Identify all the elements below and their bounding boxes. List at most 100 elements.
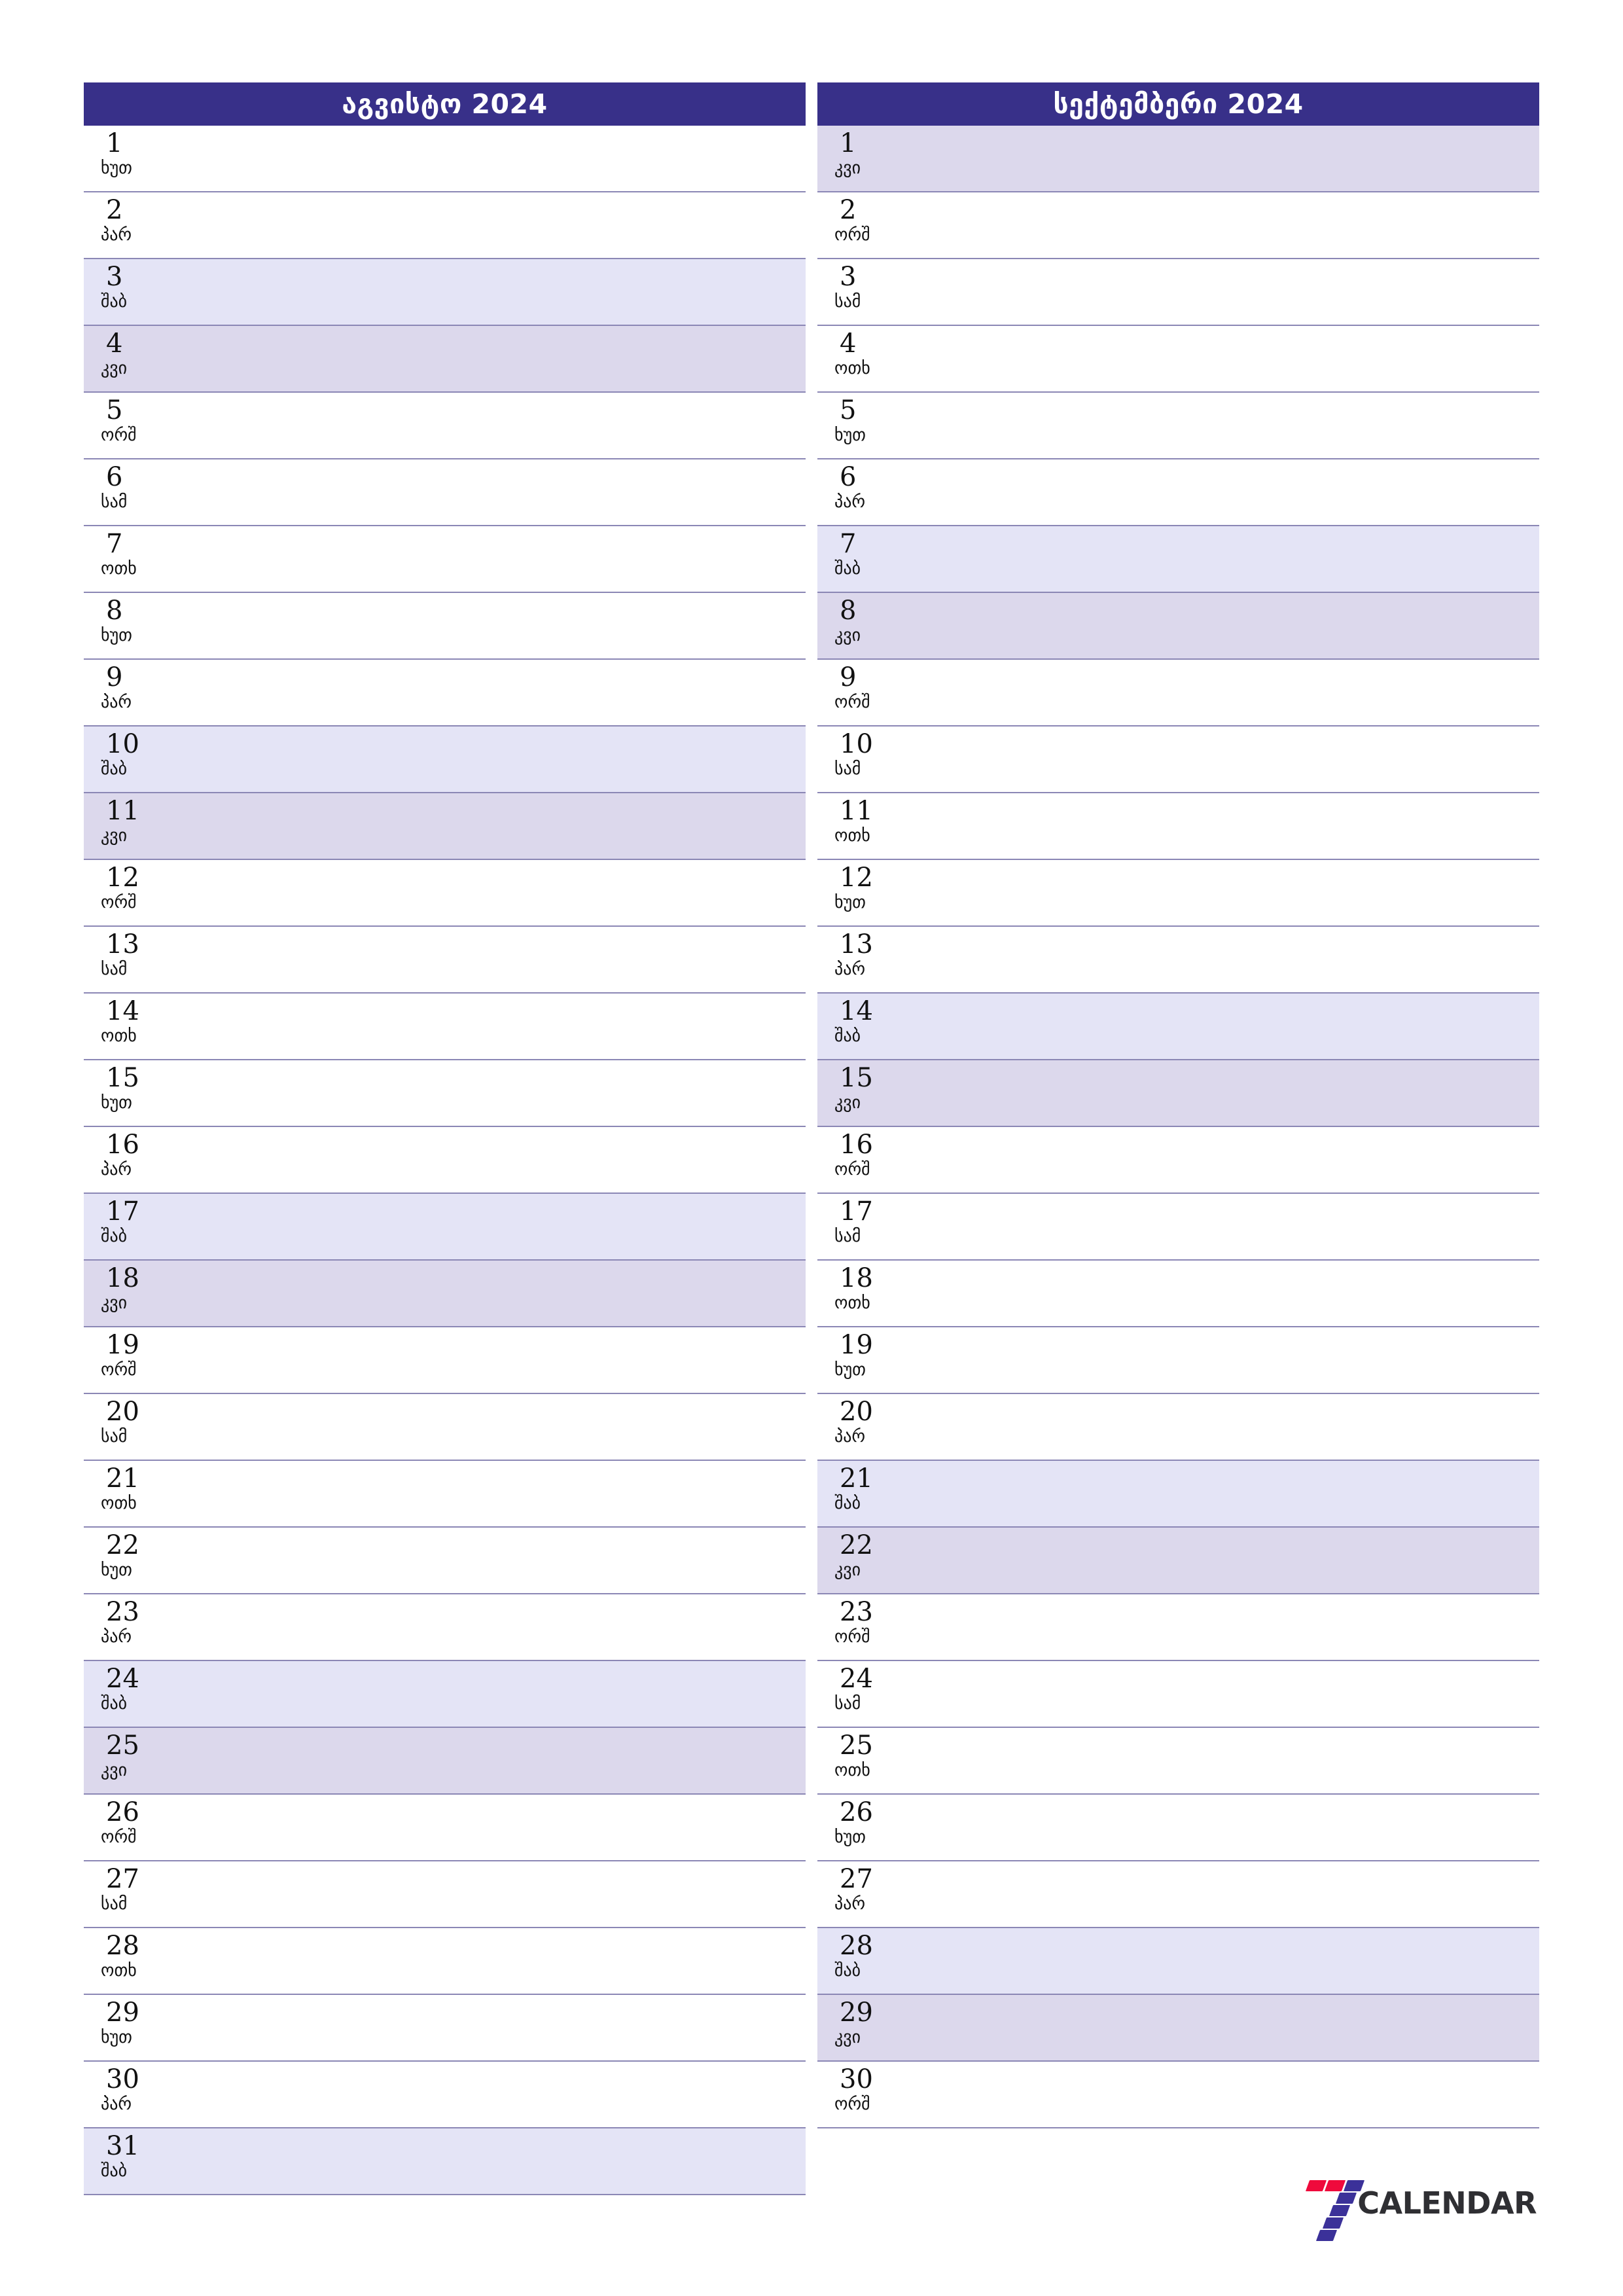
day-weekday-label: ორშ: [834, 225, 870, 245]
day-row[interactable]: 8 კვი: [817, 593, 1539, 660]
day-weekday-label: ხუთ: [834, 893, 866, 912]
day-row[interactable]: 29 ხუთ: [84, 1995, 806, 2062]
day-row[interactable]: 24 სამ: [817, 1661, 1539, 1728]
day-weekday-label: ორშ: [834, 692, 870, 712]
day-row[interactable]: 10 შაბ: [84, 726, 806, 793]
day-row[interactable]: 11 ოთხ: [817, 793, 1539, 860]
day-row[interactable]: 19 ორშ: [84, 1327, 806, 1394]
day-row[interactable]: 31 შაბ: [84, 2128, 806, 2195]
day-row[interactable]: 26 ხუთ: [817, 1795, 1539, 1861]
day-number: 15: [840, 1063, 873, 1093]
day-row[interactable]: 13 პარ: [817, 927, 1539, 994]
day-row[interactable]: 23 ორშ: [817, 1594, 1539, 1661]
day-weekday-label: ორშ: [834, 1627, 870, 1647]
day-weekday-label: ორშ: [101, 893, 137, 912]
day-row[interactable]: 23 პარ: [84, 1594, 806, 1661]
day-row[interactable]: 26 ორშ: [84, 1795, 806, 1861]
day-number: 4: [840, 329, 857, 359]
day-row[interactable]: 22 კვი: [817, 1528, 1539, 1594]
day-weekday-label: ოთხ: [101, 1494, 137, 1513]
day-row[interactable]: 4 ოთხ: [817, 326, 1539, 393]
day-row[interactable]: 13 სამ: [84, 927, 806, 994]
day-row[interactable]: 29 კვი: [817, 1995, 1539, 2062]
day-number: 26: [106, 1797, 139, 1827]
day-row[interactable]: 25 ოთხ: [817, 1728, 1539, 1795]
day-number: 24: [106, 1664, 139, 1694]
day-row[interactable]: 16 პარ: [84, 1127, 806, 1194]
day-row[interactable]: 17 სამ: [817, 1194, 1539, 1261]
day-row[interactable]: 12 ხუთ: [817, 860, 1539, 927]
day-row[interactable]: 1 კვი: [817, 126, 1539, 192]
day-row[interactable]: 30 ორშ: [817, 2062, 1539, 2128]
day-number: 14: [106, 996, 139, 1026]
day-row[interactable]: 18 ოთხ: [817, 1261, 1539, 1327]
day-number: 29: [106, 1998, 139, 2028]
day-row[interactable]: 14 შაბ: [817, 994, 1539, 1060]
day-row[interactable]: 1 ხუთ: [84, 126, 806, 192]
day-weekday-label: პარ: [101, 2094, 132, 2114]
day-number: 11: [106, 796, 139, 826]
day-row[interactable]: 5 ორშ: [84, 393, 806, 459]
day-row[interactable]: 20 პარ: [817, 1394, 1539, 1461]
day-row[interactable]: 21 ოთხ: [84, 1461, 806, 1528]
day-row[interactable]: 20 სამ: [84, 1394, 806, 1461]
day-row[interactable]: 6 სამ: [84, 459, 806, 526]
day-row[interactable]: 2 პარ: [84, 192, 806, 259]
day-row[interactable]: 9 პარ: [84, 660, 806, 726]
day-row[interactable]: 28 შაბ: [817, 1928, 1539, 1995]
day-row[interactable]: 19 ხუთ: [817, 1327, 1539, 1394]
day-row[interactable]: 22 ხუთ: [84, 1528, 806, 1594]
day-number: 5: [106, 395, 123, 425]
day-row[interactable]: 4 კვი: [84, 326, 806, 393]
day-weekday-label: სამ: [834, 292, 861, 312]
day-number: 29: [840, 1998, 873, 2028]
day-weekday-label: ორშ: [101, 1360, 137, 1380]
day-list-september: 1 კვი 2 ორშ 3 სამ 4 ოთხ 5 ხუთ 6 პარ 7 შაბ 8 კვი 9 ორშ 10 სა…: [817, 126, 1539, 2128]
day-weekday-label: შაბ: [101, 2161, 128, 2181]
day-row[interactable]: 3 შაბ: [84, 259, 806, 326]
day-weekday-label: შაბ: [101, 292, 128, 312]
day-weekday-label: ორშ: [101, 1827, 137, 1847]
day-row[interactable]: 5 ხუთ: [817, 393, 1539, 459]
day-row[interactable]: 7 ოთხ: [84, 526, 806, 593]
day-row[interactable]: 27 პარ: [817, 1861, 1539, 1928]
day-number: 19: [840, 1330, 873, 1360]
day-weekday-label: კვი: [834, 1560, 861, 1580]
day-number: 18: [840, 1263, 873, 1293]
day-number: 20: [106, 1397, 139, 1427]
day-weekday-label: კვი: [834, 1093, 861, 1113]
day-row[interactable]: 18 კვი: [84, 1261, 806, 1327]
day-number: 30: [106, 2064, 139, 2094]
day-row[interactable]: 3 სამ: [817, 259, 1539, 326]
day-row[interactable]: 27 სამ: [84, 1861, 806, 1928]
day-row[interactable]: 8 ხუთ: [84, 593, 806, 660]
day-row[interactable]: 7 შაბ: [817, 526, 1539, 593]
day-weekday-label: ორშ: [834, 1160, 870, 1179]
day-row[interactable]: 24 შაბ: [84, 1661, 806, 1728]
day-weekday-label: ორშ: [834, 2094, 870, 2114]
day-row[interactable]: 16 ორშ: [817, 1127, 1539, 1194]
day-row[interactable]: 6 პარ: [817, 459, 1539, 526]
day-row[interactable]: 2 ორშ: [817, 192, 1539, 259]
day-row[interactable]: 28 ოთხ: [84, 1928, 806, 1995]
day-row[interactable]: 9 ორშ: [817, 660, 1539, 726]
day-row[interactable]: 14 ოთხ: [84, 994, 806, 1060]
day-weekday-label: შაბ: [834, 1961, 861, 1981]
month-column-august: აგვისტო 2024 1 ხუთ 2 პარ 3 შაბ 4 კვი 5 ორშ 6 სამ 7 ოთ…: [84, 82, 806, 2242]
day-row[interactable]: 11 კვი: [84, 793, 806, 860]
day-row[interactable]: 15 კვი: [817, 1060, 1539, 1127]
day-row[interactable]: 30 პარ: [84, 2062, 806, 2128]
day-number: 8: [106, 596, 123, 626]
day-weekday-label: პარ: [101, 1160, 132, 1179]
day-weekday-label: სამ: [834, 1694, 861, 1713]
day-number: 13: [840, 929, 873, 960]
day-row[interactable]: 25 კვი: [84, 1728, 806, 1795]
day-row[interactable]: 15 ხუთ: [84, 1060, 806, 1127]
day-number: 14: [840, 996, 873, 1026]
day-row[interactable]: 12 ორშ: [84, 860, 806, 927]
day-number: 16: [106, 1130, 139, 1160]
day-row[interactable]: 17 შაბ: [84, 1194, 806, 1261]
day-row[interactable]: 21 შაბ: [817, 1461, 1539, 1528]
day-row[interactable]: 10 სამ: [817, 726, 1539, 793]
day-number: 31: [106, 2131, 139, 2161]
